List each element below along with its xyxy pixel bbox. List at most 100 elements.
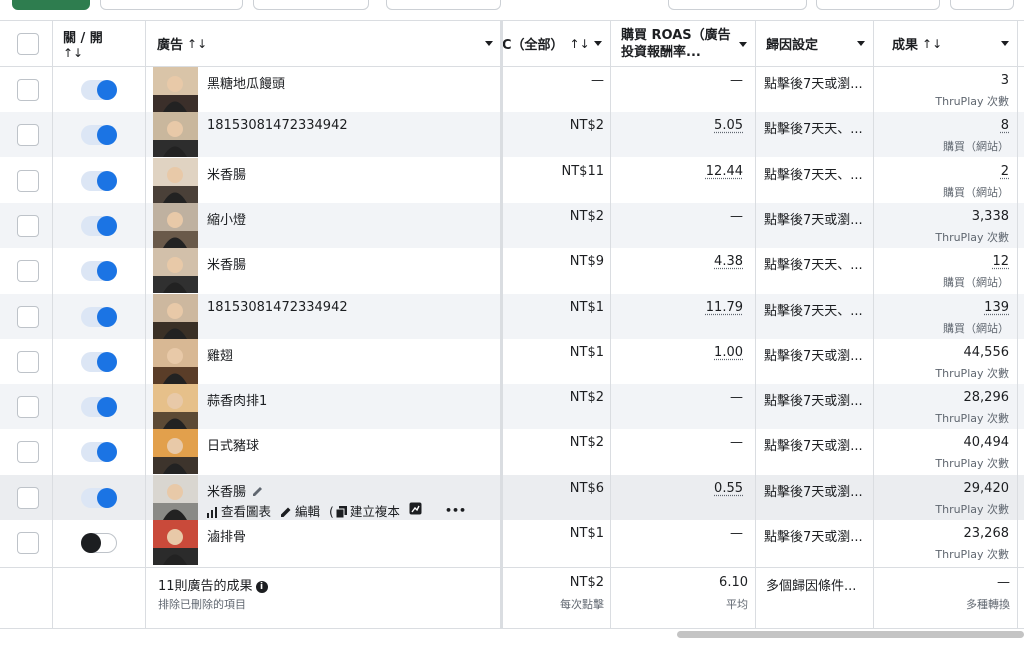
chevron-down-icon[interactable]	[1001, 41, 1009, 46]
row-status-toggle[interactable]	[81, 261, 117, 282]
row-checkbox[interactable]	[17, 486, 39, 509]
ad-thumbnail[interactable]	[153, 67, 198, 112]
table-row[interactable]: 米香腸 NT$6 0.55 點擊後7天或瀏... 29,420 ThruPlay…	[0, 474, 1024, 520]
view-chart-action[interactable]: 查看圖表	[207, 501, 271, 520]
row-checkbox[interactable]	[17, 305, 39, 328]
roas-value[interactable]: 11.79	[612, 300, 743, 315]
result-value[interactable]: 139	[874, 300, 1009, 315]
roas-value[interactable]: 4.38	[612, 254, 743, 269]
ad-thumbnail[interactable]	[153, 474, 198, 520]
toolbar-button-rules[interactable]	[668, 0, 807, 10]
row-status-toggle[interactable]	[81, 215, 117, 236]
ad-name[interactable]: 米香腸	[207, 254, 246, 273]
table-row[interactable]: 蒜香肉排1 NT$2 — 點擊後7天或瀏... 28,296 ThruPlay …	[0, 384, 1024, 430]
ad-thumbnail[interactable]	[153, 338, 198, 384]
row-checkbox[interactable]	[17, 79, 39, 101]
cpc-value: NT$1	[569, 526, 604, 541]
horizontal-scrollbar[interactable]	[677, 631, 1024, 638]
ad-name[interactable]: 黑糖地瓜饅頭	[207, 73, 285, 92]
ad-thumbnail[interactable]	[153, 157, 198, 203]
ad-thumbnail[interactable]	[153, 112, 198, 158]
table-row[interactable]: 滷排骨 NT$1 — 點擊後7天或瀏... 23,268 ThruPlay 次數	[0, 520, 1024, 565]
row-checkbox[interactable]	[17, 214, 39, 237]
select-all-checkbox[interactable]	[17, 33, 39, 55]
table-row[interactable]: 18153081472334942 NT$2 5.05 點擊後7天天、... 8…	[0, 112, 1024, 158]
row-checkbox[interactable]	[17, 260, 39, 283]
row-checkbox[interactable]	[17, 169, 39, 192]
roas-value[interactable]: 0.55	[612, 481, 743, 496]
edit-action[interactable]: 編輯	[280, 501, 320, 520]
ad-name[interactable]: 米香腸	[207, 164, 246, 183]
sort-icon[interactable]: ↑↓	[570, 37, 590, 51]
ad-thumbnail[interactable]	[153, 293, 198, 339]
ad-thumbnail[interactable]	[153, 429, 198, 475]
row-checkbox[interactable]	[17, 396, 39, 419]
ad-name[interactable]: 蒜香肉排1	[207, 390, 267, 409]
table-row[interactable]: 日式豬球 NT$2 — 點擊後7天或瀏... 40,494 ThruPlay 次…	[0, 429, 1024, 475]
pencil-icon[interactable]	[251, 485, 264, 498]
row-status-toggle[interactable]	[81, 397, 117, 418]
roas-value[interactable]: 12.44	[612, 164, 743, 179]
row-checkbox[interactable]	[17, 441, 39, 464]
toolbar-button-view[interactable]	[816, 0, 940, 10]
roas-value[interactable]: 1.00	[612, 345, 743, 360]
table-row[interactable]: 米香腸 NT$9 4.38 點擊後7天天、... 12 購買（網站）	[0, 248, 1024, 294]
column-cpc-label: C（全部）	[502, 38, 564, 53]
column-header-roas[interactable]: 購買 ROAS（廣告投資報酬率...	[621, 21, 731, 66]
row-checkbox[interactable]	[17, 350, 39, 373]
row-checkbox[interactable]	[17, 124, 39, 147]
result-value[interactable]: 2	[874, 164, 1009, 179]
info-icon[interactable]: i	[255, 581, 268, 593]
chevron-down-icon[interactable]	[857, 41, 865, 46]
ad-name[interactable]: 雞翅	[207, 345, 233, 364]
chevron-down-icon[interactable]	[485, 41, 493, 46]
chevron-down-icon[interactable]	[594, 41, 602, 46]
create-button[interactable]	[12, 0, 90, 10]
sort-icon[interactable]: ↑↓	[922, 37, 942, 51]
toolbar-button-duplicate[interactable]	[100, 0, 243, 10]
row-checkbox[interactable]	[17, 532, 39, 554]
ad-thumbnail[interactable]	[153, 248, 198, 294]
ad-name[interactable]: 18153081472334942	[207, 118, 348, 133]
row-status-toggle[interactable]	[81, 306, 117, 327]
row-status-toggle[interactable]	[81, 125, 117, 146]
row-status-toggle[interactable]	[81, 533, 117, 553]
toolbar-button-export[interactable]	[950, 0, 1014, 10]
row-status-toggle[interactable]	[81, 351, 117, 372]
ad-thumbnail[interactable]	[153, 384, 198, 430]
column-header-cpc[interactable]: C（全部） ↑↓	[502, 21, 610, 66]
row-status-toggle[interactable]	[81, 80, 117, 100]
preview-action[interactable]	[409, 502, 422, 518]
table-row[interactable]: 米香腸 NT$11 12.44 點擊後7天天、... 2 購買（網站）	[0, 157, 1024, 203]
ad-name[interactable]: 縮小燈	[207, 209, 246, 228]
ad-name[interactable]: 米香腸	[207, 481, 267, 500]
row-status-toggle[interactable]	[81, 170, 117, 191]
ad-name[interactable]: 日式豬球	[207, 435, 259, 454]
ad-thumbnail[interactable]	[153, 520, 198, 565]
roas-value: —	[730, 208, 743, 224]
result-value[interactable]: 12	[874, 254, 1009, 269]
table-row[interactable]: 黑糖地瓜饅頭 — — 點擊後7天或瀏... 3 ThruPlay 次數	[0, 67, 1024, 112]
sort-icon[interactable]: ↑↓	[63, 46, 83, 60]
column-header-toggle[interactable]: 關 / 開 ↑↓	[63, 21, 145, 66]
column-header-ad[interactable]: 廣告 ↑↓	[157, 21, 497, 66]
roas-value[interactable]: 5.05	[612, 118, 743, 133]
toggle-knob	[97, 306, 117, 327]
table-row[interactable]: 18153081472334942 NT$1 11.79 點擊後7天天、... …	[0, 293, 1024, 339]
row-status-toggle[interactable]	[81, 442, 117, 463]
result-value[interactable]: 8	[874, 118, 1009, 133]
table-row[interactable]: 縮小燈 NT$2 — 點擊後7天或瀏... 3,338 ThruPlay 次數	[0, 202, 1024, 248]
ad-thumbnail[interactable]	[153, 202, 198, 248]
column-header-results[interactable]: 成果 ↑↓	[892, 21, 1012, 66]
more-options-icon[interactable]: •••	[445, 504, 466, 517]
row-status-toggle[interactable]	[81, 487, 117, 508]
toolbar-button-edit[interactable]	[253, 0, 369, 10]
chevron-down-icon[interactable]	[739, 42, 747, 47]
ad-name[interactable]: 18153081472334942	[207, 300, 348, 315]
duplicate-action[interactable]: (建立複本	[329, 501, 400, 520]
toolbar-button-ab-test[interactable]	[386, 0, 501, 10]
table-row[interactable]: 雞翅 NT$1 1.00 點擊後7天或瀏... 44,556 ThruPlay …	[0, 338, 1024, 384]
column-header-attribution[interactable]: 歸因設定	[766, 21, 866, 66]
sort-icon[interactable]: ↑↓	[187, 37, 207, 51]
ad-name[interactable]: 滷排骨	[207, 526, 246, 545]
